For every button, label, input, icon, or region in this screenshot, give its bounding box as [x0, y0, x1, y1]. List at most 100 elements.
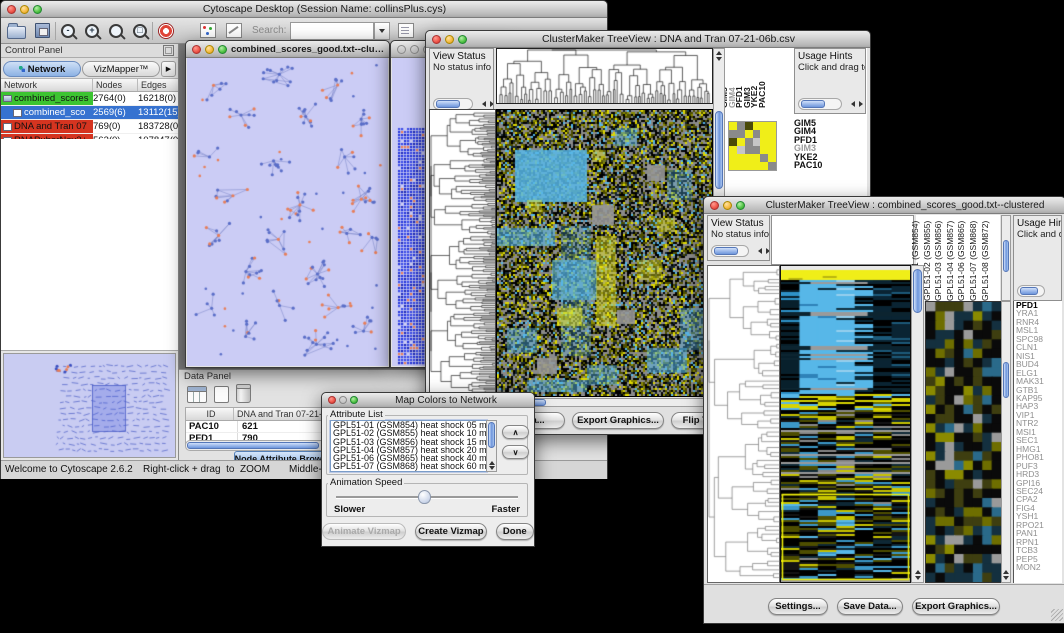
vizmapper-icon[interactable] — [200, 23, 216, 38]
scroll-thumb[interactable] — [436, 100, 460, 108]
table-icon[interactable] — [187, 386, 207, 403]
scroll-thumb[interactable] — [714, 247, 738, 255]
close-button[interactable] — [397, 45, 406, 54]
zoom-button[interactable] — [458, 35, 467, 44]
scroll-thumb[interactable] — [801, 100, 825, 108]
animate-vizmap-button[interactable]: Animate Vizmap — [322, 523, 406, 540]
scroll-thumb[interactable] — [1020, 287, 1038, 295]
vscroll-thumb[interactable] — [913, 269, 922, 313]
hscroll-thumb[interactable] — [187, 442, 319, 449]
usage-hints-scrollbar[interactable] — [798, 98, 842, 110]
minimize-button[interactable] — [723, 201, 732, 210]
scroll-down-icon[interactable] — [915, 576, 921, 580]
network-view-canvas[interactable] — [187, 58, 388, 366]
zoom-button[interactable] — [218, 45, 227, 54]
trash-icon[interactable] — [236, 386, 251, 403]
scroll-left-icon[interactable] — [482, 101, 486, 107]
vscroll-thumb[interactable] — [1003, 240, 1009, 272]
close-button[interactable] — [7, 5, 16, 14]
zoom-fit-icon[interactable]: □ — [133, 24, 147, 38]
network-overview-canvas[interactable] — [4, 354, 175, 457]
close-button[interactable] — [192, 45, 201, 54]
tab-network[interactable]: Network — [3, 61, 81, 77]
zoom-selected-icon[interactable] — [109, 24, 123, 38]
scroll-up-icon[interactable] — [915, 570, 921, 574]
search-input[interactable] — [290, 22, 374, 40]
search-dropdown-button[interactable] — [374, 22, 390, 40]
done-button[interactable]: Done — [496, 523, 534, 540]
tab-overflow-button[interactable]: ▶ — [161, 61, 176, 77]
global-mini-heatmap[interactable] — [728, 121, 777, 171]
view-status-scrollbar[interactable] — [711, 245, 749, 257]
save-data-button[interactable]: Save Data... — [837, 598, 903, 615]
usage-hints-scrollbar[interactable] — [1017, 285, 1045, 297]
close-button[interactable] — [432, 35, 441, 44]
vscroll-thumb[interactable] — [1003, 362, 1009, 398]
network-table-row[interactable]: combined_scores2764(0)16218(0) — [1, 92, 178, 106]
scroll-up-icon[interactable] — [716, 51, 722, 55]
heatmap-canvas[interactable] — [780, 265, 911, 583]
column-dendrogram-area[interactable] — [771, 215, 914, 265]
resize-grip[interactable] — [1051, 609, 1063, 621]
row-dendrogram-canvas[interactable] — [707, 265, 780, 583]
network-overview-panel[interactable] — [3, 353, 176, 458]
export-graphics-button[interactable]: Export Graphics... — [912, 598, 1000, 615]
network-name-cell[interactable]: DNA and Tran 07 — [1, 120, 93, 133]
scroll-right-icon[interactable] — [766, 248, 770, 254]
network-name-cell[interactable]: combined_sco — [1, 106, 93, 119]
scroll-up-icon[interactable] — [489, 461, 495, 465]
close-button[interactable] — [710, 201, 719, 210]
treeview1-title-bar[interactable]: ClusterMaker TreeView : DNA and Tran 07-… — [426, 31, 870, 48]
heatmap-canvas[interactable] — [496, 109, 713, 397]
zoom-vscrollbar[interactable] — [1001, 301, 1011, 583]
minimize-button[interactable] — [339, 396, 347, 404]
export-graphics-button[interactable]: Export Graphics... — [572, 412, 664, 429]
minimize-button[interactable] — [445, 35, 454, 44]
scroll-left-icon[interactable] — [758, 248, 762, 254]
close-button[interactable] — [328, 396, 336, 404]
vscroll-thumb[interactable] — [488, 422, 495, 448]
network-table-header[interactable]: Network Nodes Edges — [1, 79, 178, 92]
open-session-icon[interactable] — [7, 26, 26, 39]
zoom-out-icon[interactable]: - — [61, 24, 75, 38]
create-vizmap-button[interactable]: Create Vizmap — [415, 523, 486, 540]
minimize-button[interactable] — [20, 5, 29, 14]
network-title-bar[interactable]: combined_scores_good.txt--cluste... — [186, 41, 389, 58]
scroll-right-icon[interactable] — [859, 101, 863, 107]
heatmap-vscrollbar[interactable] — [911, 265, 924, 583]
zoom-button[interactable] — [33, 5, 42, 14]
labels-vscrollbar[interactable] — [1001, 215, 1011, 301]
column-dendrogram-canvas[interactable] — [496, 48, 713, 104]
tab-vizmapper[interactable]: VizMapper™ — [82, 61, 160, 77]
minimize-button[interactable] — [205, 45, 214, 54]
network-table-row[interactable]: DNA and Tran 07769(0)183728(0) — [1, 120, 178, 134]
move-down-button[interactable]: ∨ — [502, 445, 529, 459]
move-up-button[interactable]: ∧ — [502, 425, 529, 439]
scroll-left-icon[interactable] — [851, 101, 855, 107]
report-icon[interactable] — [398, 23, 414, 38]
scroll-up-icon[interactable] — [1003, 570, 1009, 574]
scroll-right-icon[interactable] — [490, 101, 494, 107]
attribute-list-scrollbar[interactable] — [486, 420, 497, 472]
network-name-cell[interactable]: combined_scores — [1, 92, 93, 105]
attribute-list-item[interactable]: GPL51-07 (GSM868) heat shock 60 min — [331, 462, 486, 470]
cytoscape-title-bar[interactable]: Cytoscape Desktop (Session Name: collins… — [1, 1, 607, 18]
zoom-button[interactable] — [350, 396, 358, 404]
attribute-listbox[interactable]: GPL51-01 (GSM854) heat shock 05 minGPL51… — [330, 420, 487, 472]
speed-slider-thumb[interactable] — [418, 490, 431, 504]
treeview2-title-bar[interactable]: ClusterMaker TreeView : combined_scores_… — [704, 197, 1064, 214]
settings-button[interactable]: Settings... — [768, 598, 828, 615]
minimize-button[interactable] — [410, 45, 419, 54]
scroll-down-icon[interactable] — [489, 466, 495, 470]
save-session-icon[interactable] — [35, 23, 50, 38]
new-doc-icon[interactable] — [214, 386, 229, 403]
scroll-down-icon[interactable] — [716, 57, 722, 61]
network-table-row[interactable]: combined_sco2569(6)13112(15) — [1, 106, 178, 120]
scroll-down-icon[interactable] — [1003, 576, 1009, 580]
zoom-in-icon[interactable]: + — [85, 24, 99, 38]
zoom-button[interactable] — [736, 201, 745, 210]
help-lifesaver-icon[interactable] — [158, 23, 174, 39]
dialog-title-bar[interactable]: Map Colors to Network — [322, 393, 534, 408]
row-dendrogram-canvas[interactable] — [429, 109, 496, 397]
zoom-heatmap-canvas[interactable] — [925, 301, 1002, 583]
